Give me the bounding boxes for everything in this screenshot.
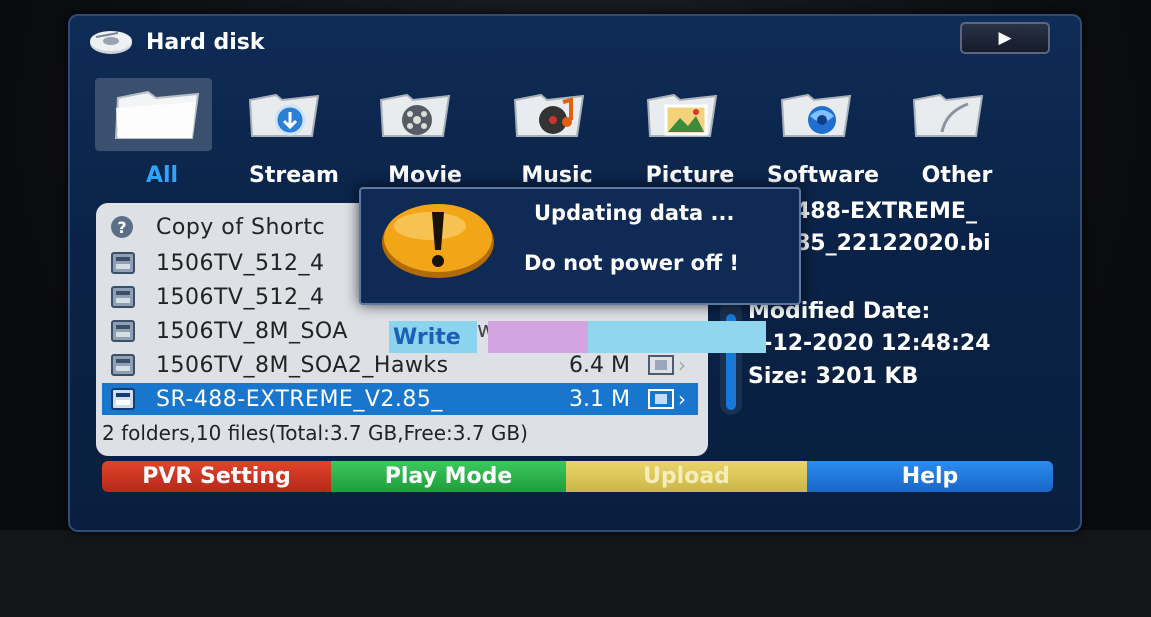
- file-name: 1506TV_8M_SOA2_Hawks: [156, 352, 449, 378]
- overlay-block-cyan: [588, 321, 766, 353]
- dialog-message-line2: Do not power off !: [524, 251, 739, 275]
- tab-picture[interactable]: Picture: [625, 163, 755, 188]
- upload-button[interactable]: Upload: [566, 461, 807, 492]
- dialog-message-line1: Updating data ...: [534, 201, 735, 225]
- file-info-name-line1: 488-EXTREME_: [795, 199, 977, 224]
- svg-text:?: ?: [117, 218, 126, 237]
- list-item-selected[interactable]: SR-488-EXTREME_V2.85_ 3.1 M ›: [102, 383, 698, 415]
- hard-disk-icon: [90, 31, 132, 54]
- tab-music[interactable]: Music: [492, 163, 622, 188]
- tab-stream[interactable]: Stream: [229, 163, 359, 188]
- modified-date-value: 2-12-2020 12:48:24: [748, 331, 991, 356]
- tv-bezel-bottom: [0, 530, 1151, 617]
- storage-summary: 2 folders,10 files(Total:3.7 GB,Free:3.7…: [102, 421, 528, 445]
- chevron-right-icon: ›: [678, 353, 686, 377]
- file-disk-icon: [111, 354, 135, 376]
- file-size-info: Size: 3201 KB: [748, 364, 919, 389]
- tab-movie[interactable]: Movie: [360, 163, 490, 188]
- file-size: 6.4 M: [569, 352, 630, 378]
- chevron-right-icon: ›: [678, 387, 686, 411]
- folder-picture-icon[interactable]: [644, 86, 720, 142]
- page-title: Hard disk: [146, 30, 265, 55]
- play-button[interactable]: ▶: [960, 22, 1050, 54]
- tab-other[interactable]: Other: [892, 163, 1022, 188]
- file-info-name-line2: 85_22122020.bi: [795, 231, 991, 256]
- folder-all-icon[interactable]: [112, 84, 202, 144]
- file-disk-icon: [111, 252, 135, 274]
- folder-music-icon[interactable]: [511, 86, 587, 142]
- file-size: 3.1 M: [569, 386, 630, 412]
- overlay-block-pink: [488, 321, 588, 353]
- help-button[interactable]: Help: [807, 461, 1053, 492]
- folder-other-icon[interactable]: [910, 86, 986, 142]
- play-mode-button[interactable]: Play Mode: [331, 461, 566, 492]
- folder-software-icon[interactable]: [778, 86, 854, 142]
- file-name: SR-488-EXTREME_V2.85_: [156, 386, 443, 412]
- pvr-setting-button[interactable]: PVR Setting: [102, 461, 331, 492]
- tab-software[interactable]: Software: [758, 163, 888, 188]
- tab-all[interactable]: All: [97, 163, 227, 188]
- list-item[interactable]: 1506TV_8M_SOA2_Hawks 6.4 M ›: [102, 349, 698, 381]
- folder-movie-icon[interactable]: [377, 86, 453, 142]
- film-icon: [648, 389, 674, 409]
- film-icon: [648, 355, 674, 375]
- file-disk-icon: [111, 320, 135, 342]
- file-disk-icon: [111, 388, 135, 410]
- help-icon: ?: [111, 216, 133, 238]
- write-overlay-label: Write: [389, 321, 477, 353]
- warning-icon: [382, 204, 494, 278]
- folder-stream-icon[interactable]: [246, 86, 322, 142]
- file-disk-icon: [111, 286, 135, 308]
